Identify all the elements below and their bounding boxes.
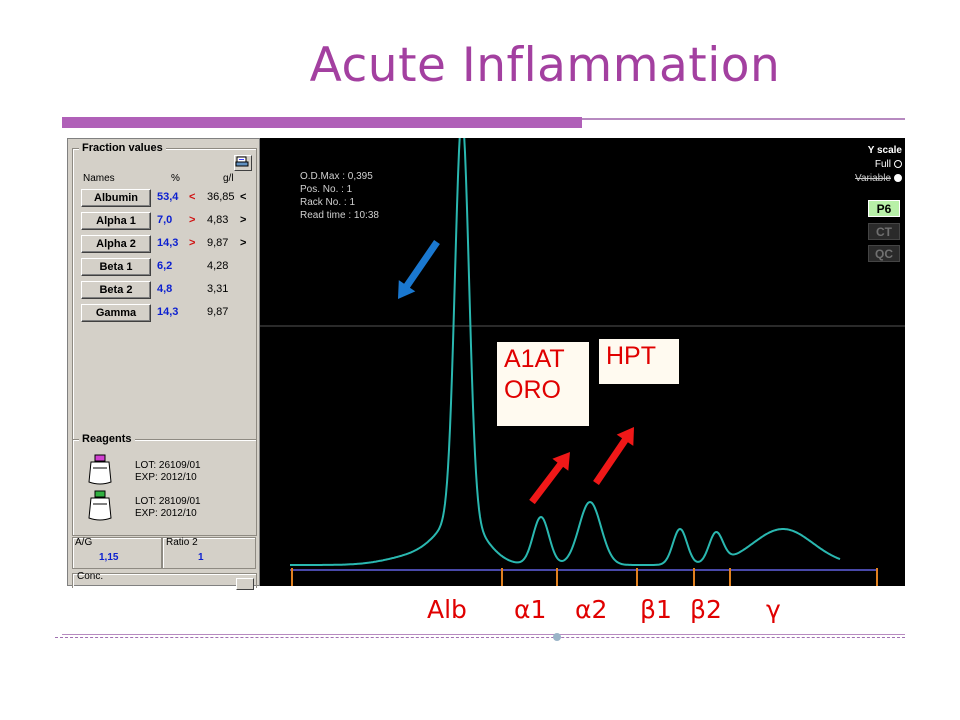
ratio2-group: Ratio 2 1 [162, 537, 256, 569]
qc-tag-button[interactable]: QC [868, 245, 900, 262]
graph-info: O.D.Max : 0,395 Pos. No. : 1 Rack No. : … [300, 170, 379, 222]
y-scale-title: Y scale [867, 145, 902, 156]
footer-dot [553, 633, 561, 641]
header-gl: g/l [223, 173, 234, 184]
fraction-label-alpha1: α1 [514, 595, 547, 624]
fraction-percent: 14,3 [157, 306, 179, 318]
fraction-label-alb: Alb [427, 595, 467, 624]
fraction-name-button[interactable]: Alpha 2 [81, 235, 151, 253]
fraction-percent: 14,3 [157, 237, 179, 249]
reagents-group: Reagents LOT: 26109/01 EXP: 2012/10 LOT: … [72, 433, 257, 536]
blue-arrow-icon [398, 240, 440, 299]
footer-line [62, 634, 905, 635]
ct-tag-button[interactable]: CT [868, 223, 900, 240]
red-arrow-icon [593, 427, 634, 485]
oro-text: ORO [504, 376, 561, 404]
fraction-gl-flag: < [240, 191, 247, 203]
conc-group: Conc. [72, 571, 257, 590]
densitometry-graph: O.D.Max : 0,395 Pos. No. : 1 Rack No. : … [260, 138, 905, 586]
ratio2-label: Ratio 2 [166, 537, 198, 548]
fraction-percent: 7,0 [157, 214, 173, 226]
a1at-oro-label: A1AT ORO [497, 342, 589, 426]
fraction-gl-flag: > [240, 214, 247, 226]
fraction-label-alpha2: α2 [575, 595, 608, 624]
fraction-name-button[interactable]: Beta 2 [81, 281, 151, 299]
reagent-exp: EXP: 2012/10 [135, 508, 197, 519]
print-icon[interactable] [234, 155, 252, 171]
fraction-percent-flag: < [189, 191, 196, 203]
fraction-gl: 3,31 [207, 283, 229, 295]
fraction-gl: 4,28 [207, 260, 229, 272]
ag-value: 1,15 [99, 552, 119, 563]
y-scale-full-option[interactable]: Full [855, 158, 902, 172]
electrophoresis-side-panel: Fraction values Names % g/l Albumin 53,4 <… [67, 138, 260, 590]
fraction-label-beta1: β1 [640, 595, 672, 624]
reagent-lot: LOT: 28109/01 [135, 496, 201, 507]
fraction-gl: 9,87 [207, 306, 229, 318]
fraction-name-button[interactable]: Gamma [81, 304, 151, 322]
y-scale-variable-option[interactable]: Variable [855, 172, 902, 186]
a1at-text: A1AT [504, 345, 565, 373]
title-underline-thin [582, 118, 905, 120]
slide-title: Acute Inflammation [309, 38, 781, 93]
fraction-gl: 9,87 [207, 237, 229, 249]
pos-no: Pos. No. : 1 [300, 184, 353, 195]
y-scale-variable-label: Variable [855, 173, 891, 184]
read-time: Read time : 10:38 [300, 210, 379, 221]
y-scale-options: Y scale Full Variable [855, 144, 902, 186]
fraction-gl: 36,85 [207, 191, 235, 203]
header-names: Names [83, 173, 115, 184]
fraction-gl: 4,83 [207, 214, 229, 226]
conc-label: Conc. [77, 571, 104, 582]
reagent-lot: LOT: 26109/01 [135, 460, 201, 471]
fraction-name-button[interactable]: Beta 1 [81, 258, 151, 276]
fraction-percent: 53,4 [157, 191, 179, 203]
ratio2-value: 1 [198, 552, 204, 563]
ag-ratio-group: A/G 1,15 [72, 537, 162, 569]
reagent-bottle-icon [88, 490, 112, 521]
title-underline-thick [62, 117, 582, 128]
fraction-values-legend: Fraction values [79, 142, 166, 154]
rack-no: Rack No. : 1 [300, 197, 356, 208]
full-radio[interactable] [894, 160, 902, 169]
fraction-percent: 6,2 [157, 260, 173, 272]
footer-dashed-line [55, 637, 905, 638]
fraction-label-gamma: γ [766, 595, 781, 624]
ag-label: A/G [75, 537, 93, 548]
p6-tag-button[interactable]: P6 [868, 200, 900, 217]
reagent-bottle-icon [88, 454, 112, 485]
fraction-percent-flag: > [189, 214, 196, 226]
hpt-label: HPT [599, 339, 679, 384]
hpt-text: HPT [606, 342, 656, 370]
fraction-percent-flag: > [189, 237, 196, 249]
variable-radio[interactable] [894, 174, 902, 183]
header-percent: % [171, 173, 180, 184]
fraction-gl-flag: > [240, 237, 247, 249]
reagents-legend: Reagents [79, 433, 135, 445]
fraction-values-group: Fraction values Names % g/l Albumin 53,4 <… [72, 142, 257, 440]
reagent-exp: EXP: 2012/10 [135, 472, 197, 483]
fraction-name-button[interactable]: Alpha 1 [81, 212, 151, 230]
fraction-label-beta2: β2 [690, 595, 722, 624]
od-max: O.D.Max : 0,395 [300, 171, 373, 182]
red-arrow-icon [529, 452, 570, 505]
fraction-percent: 4,8 [157, 283, 173, 295]
y-scale-full-label: Full [874, 159, 891, 170]
conc-dropdown-button[interactable] [236, 578, 254, 590]
fraction-name-button[interactable]: Albumin [81, 189, 151, 207]
